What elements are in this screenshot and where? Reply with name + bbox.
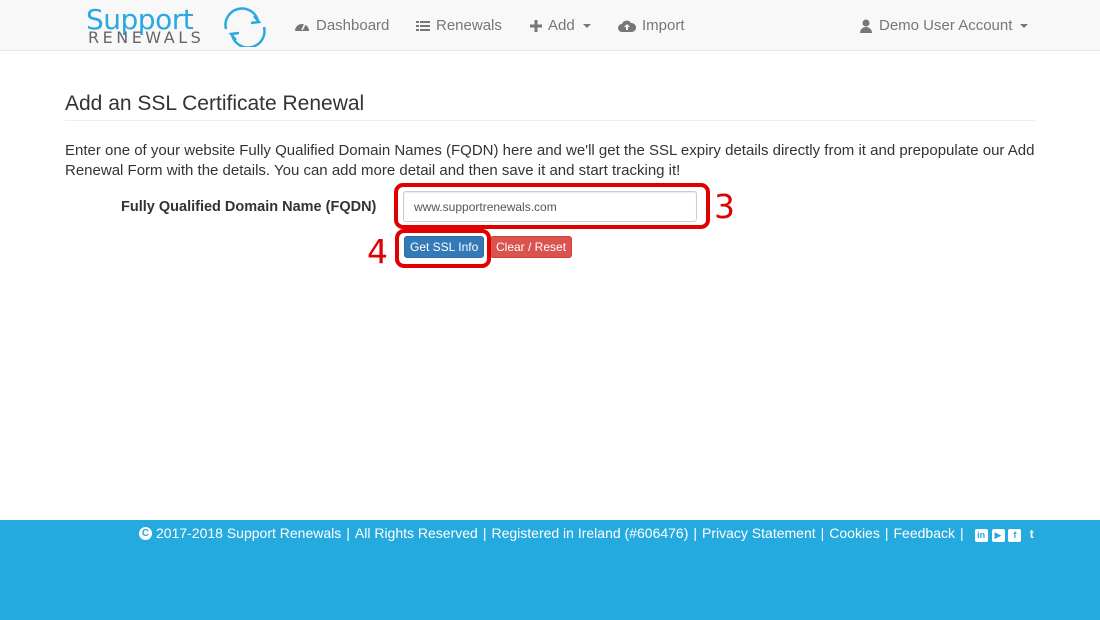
social-links: in ▶ f t	[974, 525, 1039, 542]
caret-down-icon	[582, 23, 591, 28]
footer-separator: |	[693, 525, 698, 541]
clear-reset-button[interactable]: Clear / Reset	[490, 236, 573, 258]
footer-separator: |	[884, 525, 889, 541]
dashboard-gauge-icon	[295, 23, 309, 31]
nav-dashboard[interactable]: Dashboard	[294, 0, 389, 51]
footer-separator: |	[820, 525, 825, 541]
intro-text: Enter one of your website Fully Qualifie…	[65, 142, 1035, 179]
copyright-icon: C	[139, 526, 152, 540]
user-icon	[860, 19, 872, 33]
nav-account-label: Demo User Account	[879, 17, 1013, 34]
annotation-number-4: 4	[367, 232, 388, 271]
nav-add-dropdown[interactable]: Add	[530, 0, 591, 51]
twitter-icon[interactable]: t	[1025, 527, 1038, 541]
footer-separator: |	[959, 525, 964, 541]
youtube-icon[interactable]: ▶	[991, 528, 1005, 542]
brand-line-renewals: RENEWALS	[88, 28, 205, 47]
renewal-swirl-icon	[224, 7, 266, 47]
footer-rights: All Rights Reserved	[354, 525, 478, 541]
footer-line: C 2017-2018 Support Renewals | All Right…	[139, 523, 1038, 543]
page-title: Add an SSL Certificate Renewal	[65, 92, 365, 115]
list-icon	[416, 20, 430, 31]
footer-separator: |	[482, 525, 487, 541]
nav-import-label: Import	[642, 17, 685, 34]
nav-renewals[interactable]: Renewals	[416, 0, 502, 51]
nav-account-dropdown[interactable]: Demo User Account	[859, 0, 1029, 51]
footer-separator: |	[346, 525, 350, 541]
footer-privacy-link[interactable]: Privacy Statement	[702, 525, 816, 541]
annotation-box-step-4	[395, 229, 491, 268]
nav-import[interactable]: Import	[618, 0, 685, 51]
footer-registered: Registered in Ireland (#606476)	[491, 525, 689, 541]
footer-feedback-link[interactable]: Feedback	[894, 525, 955, 541]
plus-icon	[530, 19, 542, 32]
top-navbar: Support RENEWALS Dashboard Renewals Add	[0, 0, 1100, 51]
brand-logo[interactable]: Support RENEWALS	[86, 5, 272, 47]
footer-cookies-link[interactable]: Cookies	[829, 525, 880, 541]
footer: C 2017-2018 Support Renewals | All Right…	[0, 520, 1100, 620]
nav-dashboard-label: Dashboard	[316, 17, 390, 34]
cloud-upload-icon	[618, 20, 636, 32]
footer-copyright: 2017-2018 Support Renewals	[156, 525, 342, 541]
linkedin-icon[interactable]: in	[974, 528, 988, 542]
annotation-number-3: 3	[714, 187, 735, 226]
nav-add-label: Add	[548, 17, 575, 34]
caret-down-icon	[1020, 23, 1029, 28]
annotation-box-step-3	[394, 183, 710, 229]
nav-renewals-label: Renewals	[436, 17, 502, 34]
fqdn-label: Fully Qualified Domain Name (FQDN)	[121, 199, 377, 215]
title-divider	[65, 120, 1035, 121]
facebook-icon[interactable]: f	[1008, 528, 1022, 542]
